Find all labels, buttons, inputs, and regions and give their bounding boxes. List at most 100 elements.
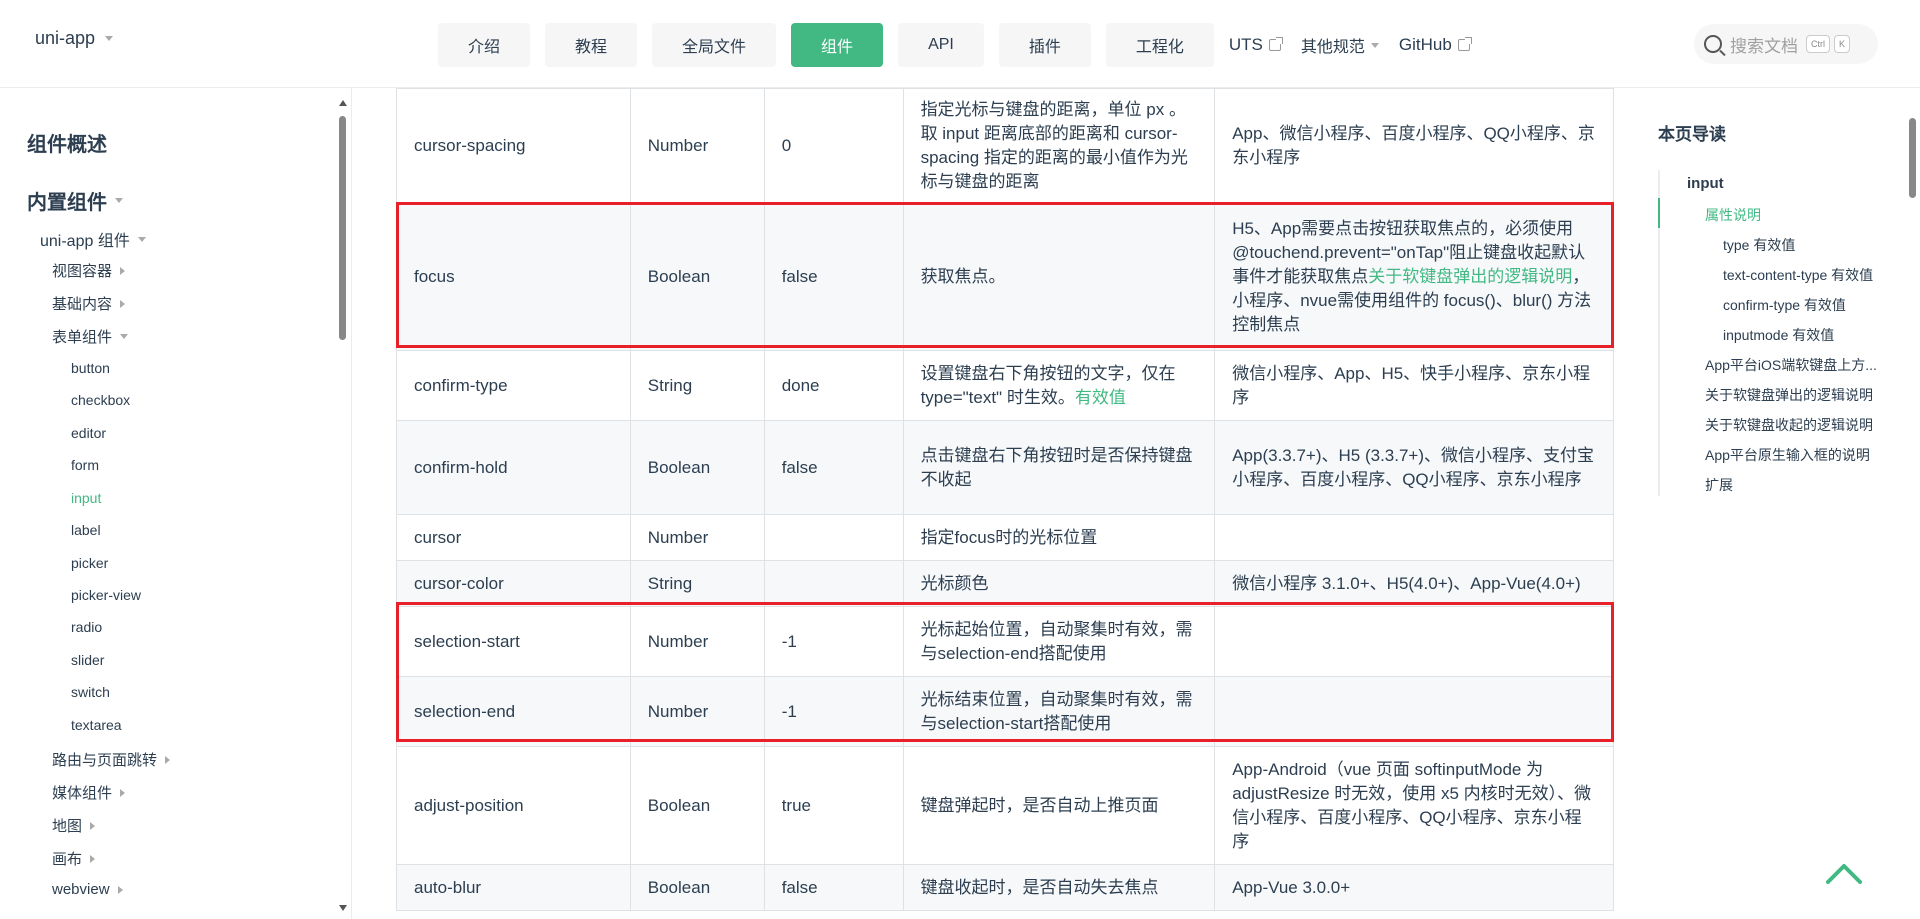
scrollbar-thumb[interactable] bbox=[1909, 118, 1916, 198]
prop-platform: App、微信小程序、百度小程序、QQ小程序、京东小程序 bbox=[1214, 88, 1614, 203]
chevron-down-icon[interactable] bbox=[105, 36, 114, 41]
sidebar-item-label: radio bbox=[71, 619, 103, 635]
table-row: cursor Number 指定focus时的光标位置 bbox=[396, 514, 1614, 561]
scrollbar-thumb[interactable] bbox=[339, 116, 346, 340]
site-logo[interactable]: uni-app bbox=[35, 28, 114, 49]
prop-platform: 微信小程序、App、H5、快手小程序、京东小程序 bbox=[1214, 350, 1614, 421]
sidebar-item-label: button bbox=[71, 360, 110, 376]
prop-desc: 光标颜色 bbox=[902, 560, 1216, 607]
sidebar-item-label: switch bbox=[71, 684, 110, 700]
scroll-down-icon[interactable] bbox=[339, 905, 347, 911]
prop-desc: 键盘收起时，是否自动失去焦点 bbox=[902, 864, 1216, 911]
toc-item-native-input[interactable]: App平台原生输入框的说明 bbox=[1705, 445, 1870, 465]
top-navbar: uni-app 介绍 教程 全局文件 组件 API 插件 工程化 UTS 其他规… bbox=[0, 0, 1920, 88]
sidebar-item-basic-content[interactable]: 基础内容 bbox=[52, 293, 126, 314]
toc-item-confirm-type[interactable]: confirm-type 有效值 bbox=[1723, 295, 1846, 315]
nav-other-specs-label[interactable]: 其他规范 bbox=[1301, 33, 1365, 57]
prop-default bbox=[763, 560, 904, 607]
prop-default: false bbox=[763, 864, 904, 911]
sidebar-scrollbar[interactable] bbox=[337, 98, 348, 913]
prop-desc: 设置键盘右下角按钮的文字，仅在type="text" 时生效。有效值 bbox=[902, 350, 1216, 421]
sidebar-item-label: 视图容器 bbox=[52, 263, 113, 280]
sidebar-item-overview[interactable]: 组件概述 bbox=[27, 128, 107, 157]
nav-intro[interactable]: 介绍 bbox=[438, 23, 531, 67]
search-placeholder: 搜索文档 bbox=[1730, 36, 1798, 56]
nav-tutorial[interactable]: 教程 bbox=[545, 23, 638, 67]
toc-item-keyboard-hide[interactable]: 关于软键盘收起的逻辑说明 bbox=[1705, 415, 1873, 435]
sidebar-item-form[interactable]: form bbox=[71, 457, 99, 473]
prop-type: Boolean bbox=[629, 746, 765, 865]
sidebar-item-radio[interactable]: radio bbox=[71, 619, 102, 635]
sidebar-item-label: picker bbox=[71, 555, 109, 571]
toc-item-input[interactable]: input bbox=[1687, 175, 1724, 192]
prop-type: Number bbox=[629, 514, 765, 561]
sidebar-item-label: 基础内容 bbox=[52, 296, 113, 313]
chevron-right-icon bbox=[165, 755, 171, 764]
toc-item-keyboard-show[interactable]: 关于软键盘弹出的逻辑说明 bbox=[1705, 385, 1873, 405]
prop-name: auto-blur bbox=[396, 864, 631, 911]
nav-uts-label[interactable]: UTS bbox=[1229, 35, 1263, 55]
sidebar-item-label-comp[interactable]: label bbox=[71, 522, 101, 538]
sidebar-item-picker-view[interactable]: picker-view bbox=[71, 587, 141, 603]
nav-plugins[interactable]: 插件 bbox=[998, 23, 1091, 67]
logo-text[interactable]: uni-app bbox=[35, 28, 95, 49]
sidebar-item-label: 表单组件 bbox=[52, 329, 113, 346]
valid-values-link[interactable]: 有效值 bbox=[1075, 388, 1126, 407]
sidebar-item-canvas[interactable]: 画布 bbox=[52, 848, 96, 869]
prop-type: String bbox=[629, 350, 765, 421]
sidebar-item-builtin[interactable]: 内置组件 bbox=[27, 186, 123, 215]
desc-text: 设置键盘右下角按钮的文字，仅在type="text" 时生效。 bbox=[920, 363, 1176, 407]
prop-name: cursor bbox=[396, 514, 631, 561]
prop-name: confirm-type bbox=[396, 350, 631, 421]
toc-item-type-values[interactable]: type 有效值 bbox=[1723, 235, 1795, 255]
sidebar-item-label: editor bbox=[71, 425, 107, 441]
sidebar-item-map[interactable]: 地图 bbox=[52, 815, 96, 836]
table-row: adjust-position Boolean true 键盘弹起时，是否自动上… bbox=[396, 746, 1614, 865]
sidebar-item-uniapp-components[interactable]: uni-app 组件 bbox=[40, 227, 146, 251]
toc-item-extension[interactable]: 扩展 bbox=[1705, 475, 1733, 495]
sidebar-item-input[interactable]: input bbox=[71, 490, 101, 506]
main-nav: 介绍 教程 全局文件 组件 API 插件 工程化 UTS 其他规范 GitHub bbox=[438, 23, 1490, 67]
prop-type: String bbox=[629, 560, 765, 607]
table-row: confirm-type String done 设置键盘右下角按钮的文字，仅在… bbox=[396, 350, 1614, 421]
sidebar-item-textarea[interactable]: textarea bbox=[71, 717, 122, 733]
toc-item-ios-keyboard[interactable]: App平台iOS端软键盘上方... bbox=[1705, 355, 1877, 375]
sidebar-item-label: textarea bbox=[71, 717, 122, 733]
prop-platform: App-Android（vue 页面 softinputMode 为 adjus… bbox=[1214, 746, 1614, 865]
nav-github[interactable]: GitHub bbox=[1399, 35, 1472, 55]
toc-item-props[interactable]: 属性说明 bbox=[1705, 205, 1761, 225]
sidebar-item-checkbox[interactable]: checkbox bbox=[71, 392, 130, 408]
toc-item-text-content-type[interactable]: text-content-type 有效值 bbox=[1723, 265, 1873, 285]
chevron-right-icon bbox=[90, 854, 96, 863]
prop-default: true bbox=[763, 746, 904, 865]
sidebar-item-switch[interactable]: switch bbox=[71, 684, 110, 700]
chevron-down-icon bbox=[120, 334, 129, 339]
nav-other-specs[interactable]: 其他规范 bbox=[1301, 33, 1379, 57]
nav-uts[interactable]: UTS bbox=[1229, 35, 1283, 55]
back-to-top-icon[interactable] bbox=[1826, 862, 1862, 884]
page-scrollbar[interactable] bbox=[1905, 0, 1920, 919]
search-button[interactable]: 搜索文档 Ctrl K bbox=[1694, 24, 1878, 64]
sidebar-item-media[interactable]: 媒体组件 bbox=[52, 782, 126, 803]
toc-title: 本页导读 bbox=[1658, 125, 1726, 144]
sidebar-item-picker[interactable]: picker bbox=[71, 555, 108, 571]
sidebar-item-slider[interactable]: slider bbox=[71, 652, 104, 668]
scroll-up-icon[interactable] bbox=[339, 100, 347, 106]
prop-name: cursor-color bbox=[396, 560, 631, 607]
toc-item-inputmode[interactable]: inputmode 有效值 bbox=[1723, 325, 1834, 345]
sidebar-item-webview[interactable]: webview bbox=[52, 881, 123, 898]
sidebar-item-form-components[interactable]: 表单组件 bbox=[52, 326, 129, 347]
nav-global-files[interactable]: 全局文件 bbox=[652, 23, 777, 67]
sidebar-item-button[interactable]: button bbox=[71, 360, 110, 376]
nav-github-label[interactable]: GitHub bbox=[1399, 35, 1452, 55]
sidebar-item-view-container[interactable]: 视图容器 bbox=[52, 260, 126, 281]
nav-api[interactable]: API bbox=[898, 23, 984, 67]
sidebar-item-editor[interactable]: editor bbox=[71, 425, 106, 441]
sidebar: 组件概述 内置组件 uni-app 组件 视图容器 基础内容 表单组件 butt… bbox=[0, 88, 352, 919]
nav-engineering[interactable]: 工程化 bbox=[1105, 23, 1214, 67]
nav-components[interactable]: 组件 bbox=[791, 23, 884, 67]
sidebar-item-routing[interactable]: 路由与页面跳转 bbox=[52, 749, 171, 770]
table-row: cursor-spacing Number 0 指定光标与键盘的距离，单位 px… bbox=[396, 88, 1614, 203]
prop-platform: App-Vue 3.0.0+ bbox=[1214, 864, 1614, 911]
sidebar-item-label: 画布 bbox=[52, 851, 83, 868]
